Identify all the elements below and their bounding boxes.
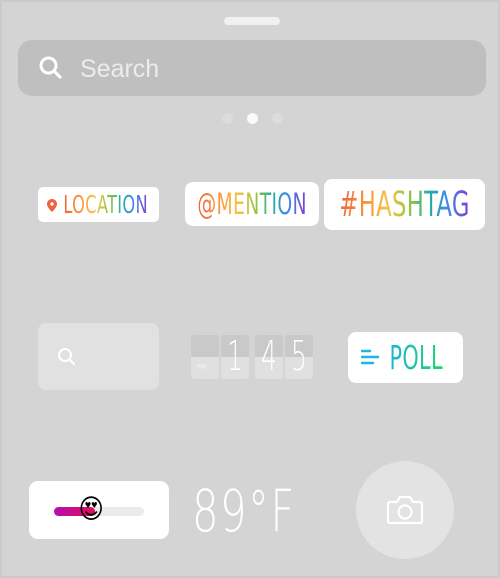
clock-tile: 4 [255,335,283,379]
search-input[interactable] [78,48,462,90]
clock-digit: 4 [260,335,278,379]
clock-digit: 5 [290,335,308,379]
mention-label: @MENTION [197,187,307,221]
temperature-sticker[interactable]: 89°F [192,480,296,542]
hashtag-sticker[interactable]: #HASHTAG [324,179,485,230]
search-icon [58,348,76,366]
camera-sticker[interactable] [356,461,454,559]
poll-label: POLL [389,338,444,377]
page-dot[interactable] [271,113,283,124]
drag-handle[interactable] [224,17,280,25]
mention-sticker[interactable]: @MENTION [185,182,319,226]
poll-lines-icon [360,349,380,369]
clock-tile: 1 [221,335,249,379]
heart-eyes-emoji-icon[interactable]: 😍 [79,494,105,526]
location-sticker[interactable]: LOCATION [38,187,159,222]
clock-tile: 5 [285,335,313,379]
page-dot[interactable] [221,113,233,124]
location-label: LOCATION [63,190,148,219]
sticker-tray: LOCATION @MENTION #HASHTAG PM 1 4 5 [0,0,500,578]
emoji-slider-sticker[interactable]: 😍 [29,481,169,539]
sticker-search-bar[interactable] [18,40,486,96]
page-dot-active[interactable] [246,113,258,124]
clock-tile: PM [191,335,219,379]
clock-ampm: PM [197,364,206,371]
hashtag-label: #HASHTAG [339,184,470,225]
page-indicator [2,113,500,124]
camera-icon [386,495,424,525]
search-icon [38,55,64,81]
poll-sticker[interactable]: POLL [348,332,463,383]
gif-sticker[interactable] [38,323,159,390]
location-pin-icon [47,197,57,216]
clock-digit: 1 [226,335,244,379]
time-sticker[interactable]: PM 1 4 5 [191,335,313,379]
